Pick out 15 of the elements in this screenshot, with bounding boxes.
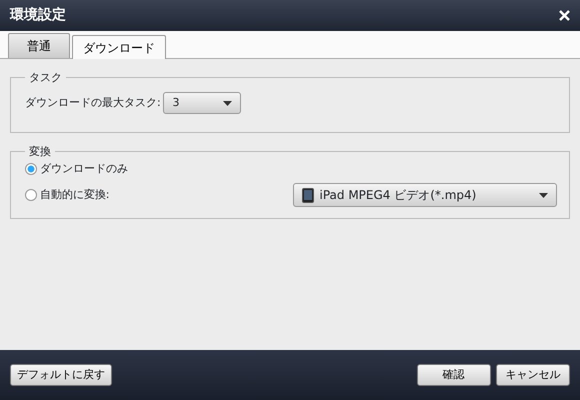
close-icon[interactable] [559,10,570,21]
window-title: 環境設定 [10,6,66,25]
restore-defaults-button[interactable]: デフォルトに戻す [10,364,112,386]
max-tasks-dropdown[interactable]: 3 [163,92,242,114]
caret-icon [223,100,232,106]
radio-option[interactable]: ダウンロードのみ [25,160,128,178]
dialog-button[interactable]: キャンセル [496,364,570,386]
tablet-icon [302,188,314,202]
radio-option[interactable]: 自動的に変換: [25,186,110,204]
caret-icon [539,192,548,198]
tab[interactable]: ダウンロード [72,35,166,59]
format-dropdown[interactable]: iPad MPEG4 ビデオ(*.mp4) [293,183,557,207]
dialog-button[interactable]: 確認 [416,364,490,386]
field-label: ダウンロードの最大タスク: [25,94,161,111]
tab[interactable]: 普通 [8,33,70,58]
